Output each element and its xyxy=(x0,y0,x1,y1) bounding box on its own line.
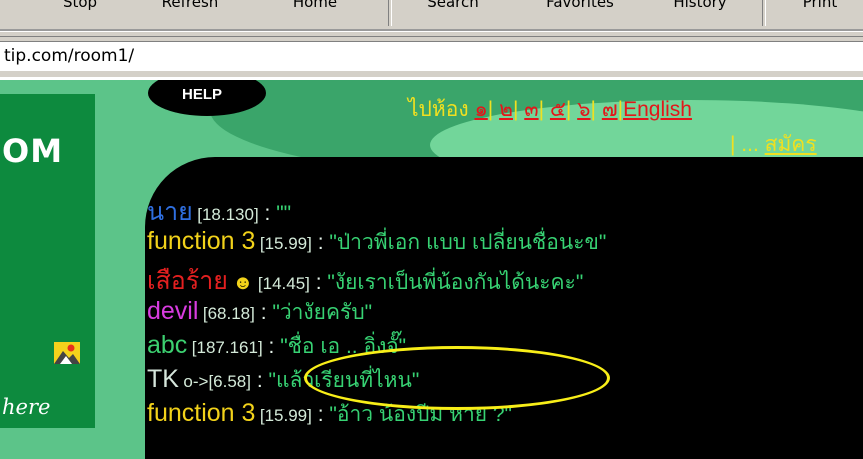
english-link[interactable]: English xyxy=(623,98,692,121)
toolbar-separator xyxy=(388,0,392,26)
register-nav: | ... สมัคร xyxy=(730,128,817,161)
chat-ip: o->[6.58] xyxy=(183,372,251,391)
chat-username[interactable]: devil xyxy=(147,297,198,325)
chat-separator: : xyxy=(262,335,281,358)
chat-username[interactable]: เสือร้าย xyxy=(147,267,228,295)
chat-username[interactable]: function 3 xyxy=(147,227,255,255)
chat-message: เสือร้าย ☻ [14.45] : "งัยเราเป็นพี่น้องก… xyxy=(147,261,583,301)
nav-divider: | xyxy=(538,98,545,121)
room-link-6[interactable]: ๖ xyxy=(577,98,590,121)
here-link[interactable]: here xyxy=(2,395,50,419)
chat-ip: [15.99] xyxy=(259,234,312,253)
print-button[interactable]: Print xyxy=(790,0,850,20)
history-button[interactable]: History xyxy=(660,0,740,20)
chat-separator: : xyxy=(309,271,328,294)
room-link-3[interactable]: ๓ xyxy=(524,98,538,121)
chat-text: "" xyxy=(276,202,292,225)
chat-separator: : xyxy=(311,403,330,426)
room-navigation: ไปห้อง ๑| ๒| ๓| ๕| ๖| ๗|English xyxy=(408,93,692,126)
search-label: Search xyxy=(427,0,479,11)
room-link-7[interactable]: ๗ xyxy=(602,98,618,121)
nav-divider: | xyxy=(487,98,494,121)
refresh-label: Refresh xyxy=(161,0,219,11)
search-button[interactable]: Search xyxy=(412,0,494,20)
go-room-label: ไปห้อง xyxy=(408,98,469,121)
chat-separator: : xyxy=(250,369,269,392)
chat-ip: [14.45] xyxy=(257,274,310,293)
chat-text: "งัยเราเป็นพี่น้องกันได้นะคะ" xyxy=(327,271,584,294)
chat-separator: : xyxy=(258,202,277,225)
toolbar-separator xyxy=(762,0,766,26)
refresh-button[interactable]: Refresh xyxy=(145,0,235,20)
room-link-2[interactable]: ๒ xyxy=(499,98,513,121)
nav-divider: | xyxy=(590,98,596,121)
chat-username[interactable]: function 3 xyxy=(147,399,255,427)
register-link[interactable]: สมัคร xyxy=(765,133,817,156)
nav-divider: | xyxy=(565,98,572,121)
chat-separator: : xyxy=(311,231,330,254)
home-label: Home xyxy=(292,0,338,11)
chat-username[interactable]: นาย xyxy=(147,198,193,226)
left-frame: OM here xyxy=(0,94,95,428)
smiley-icon: ☻ xyxy=(232,272,254,294)
stop-label: Stop xyxy=(62,0,98,11)
home-button[interactable]: Home xyxy=(275,0,355,20)
room-link-5[interactable]: ๕ xyxy=(550,98,566,121)
chat-ip: [68.18] xyxy=(202,304,255,323)
browser-toolbar: Stop Refresh Home Search Favorites Histo… xyxy=(0,0,863,37)
print-label: Print xyxy=(802,0,838,11)
chat-text: "ว่างัยครับ" xyxy=(272,301,373,324)
chat-message: devil [68.18] : "ว่างัยครับ" xyxy=(147,296,372,329)
address-bar: tip.com/room1/ xyxy=(0,37,863,77)
image-icon[interactable] xyxy=(54,342,80,364)
help-label: HELP xyxy=(182,86,223,103)
chat-ip: [187.161] xyxy=(191,338,263,357)
chat-ip: [18.130] xyxy=(197,205,259,224)
nav-divider: | xyxy=(512,98,519,121)
stop-button[interactable]: Stop xyxy=(40,0,120,20)
history-label: History xyxy=(673,0,727,11)
chat-username[interactable]: TK xyxy=(147,365,179,393)
chat-username[interactable]: abc xyxy=(147,331,187,359)
favorites-button[interactable]: Favorites xyxy=(530,0,630,20)
address-input[interactable]: tip.com/room1/ xyxy=(0,41,863,71)
chat-message: function 3 [15.99] : "ป่าวพี่เอก แบบ เปล… xyxy=(147,226,606,259)
favorites-label: Favorites xyxy=(546,0,614,11)
chat-separator: : xyxy=(254,301,273,324)
chat-ip: [15.99] xyxy=(259,406,312,425)
chat-text: "ป่าวพี่เอก แบบ เปลี่ยนชื่อนะข" xyxy=(329,231,607,254)
site-logo: OM xyxy=(2,132,64,170)
address-url: tip.com/room1/ xyxy=(4,46,135,66)
toolbar-divider xyxy=(0,29,863,32)
register-prefix: | ... xyxy=(730,133,765,156)
room-link-1[interactable]: ๑ xyxy=(474,98,487,121)
highlight-circle xyxy=(304,346,610,410)
